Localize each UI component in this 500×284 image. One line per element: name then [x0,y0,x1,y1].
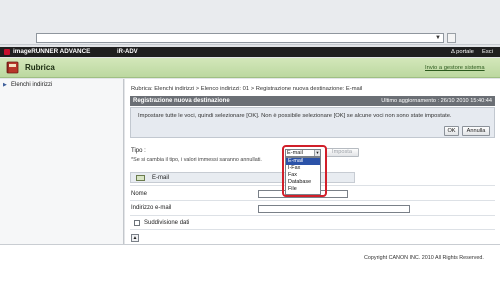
type-option-database[interactable]: Database [286,179,320,186]
info-text: Impostare tutte le voci, quindi selezion… [138,113,452,119]
section-title: E-mail [152,175,170,181]
title-bar: Rubrica Invio a gestore sistema [0,58,500,78]
name-label: Nome [131,191,148,197]
send-to-admin-link[interactable]: Invio a gestore sistema [425,64,485,72]
address-bar[interactable]: ▼ [36,33,444,43]
type-select-value: E-mail [287,150,303,156]
info-box: Impostare tutte le voci, quindi selezion… [130,107,495,138]
divider [130,200,495,201]
type-dropdown-list: E-mail I-Fax Fax Database File [285,157,321,195]
type-note: *Se si cambia il tipo, i valori immessi … [131,157,262,163]
divider [130,229,495,230]
email-address-label: Indirizzo e-mail [131,205,172,211]
sidebar-item-address-lists[interactable]: ▶ Elenchi indirizzi [3,81,121,90]
portal-link[interactable]: Δ portale [451,48,474,56]
arrow-right-icon: ▶ [3,82,7,88]
copyright-text: Copyright CANON INC. 2010 All Rights Res… [364,255,484,261]
type-option-email[interactable]: E-mail [286,158,320,165]
type-option-fax[interactable]: Fax [286,172,320,179]
panel-title: Registrazione nuova destinazione [133,98,230,104]
email-icon [136,175,145,181]
back-to-top-icon[interactable]: ▲ [131,234,139,242]
canon-logo-icon [4,49,10,55]
main-content: Rubrica: Elenchi indirizzi > Elenco indi… [125,79,500,244]
app-header: imageRUNNER ADVANCE iR-ADV Δ portale Esc… [0,47,500,57]
type-label: Tipo : [131,148,146,154]
cancel-button[interactable]: Annulla [462,126,490,136]
breadcrumb: Rubrica: Elenchi indirizzi > Elenco indi… [131,86,363,92]
set-button[interactable]: Imposta [325,148,359,157]
sidebar: ▶ Elenchi indirizzi [0,79,124,244]
last-update: Ultimo aggiornamento : 26/10 2010 15:40:… [381,98,492,104]
app-name: imageRUNNER ADVANCE [13,48,91,55]
browser-chrome: ▼ [0,0,500,45]
browser-go-button[interactable] [447,33,456,43]
chevron-down-icon[interactable]: ▼ [434,35,442,42]
section-header: E-mail [130,172,355,183]
sidebar-item-label: Elenchi indirizzi [11,82,53,88]
type-option-file[interactable]: File [286,186,320,193]
footer: Copyright CANON INC. 2010 All Rights Res… [0,244,500,284]
chevron-down-icon[interactable]: ▼ [314,150,320,156]
split-data-label: Suddivisione dati [144,220,190,226]
divider [130,215,495,216]
device-name: iR-ADV [117,49,138,55]
panel-header: Registrazione nuova destinazione Ultimo … [130,96,495,106]
address-book-icon [6,61,19,74]
email-address-field[interactable] [258,205,410,213]
type-select[interactable]: E-mail ▼ [285,149,321,157]
type-option-ifax[interactable]: I-Fax [286,165,320,172]
split-data-checkbox[interactable] [134,220,140,226]
exit-link[interactable]: Esci [482,48,493,56]
ok-button[interactable]: OK [444,126,459,136]
page-title: Rubrica [25,63,55,72]
